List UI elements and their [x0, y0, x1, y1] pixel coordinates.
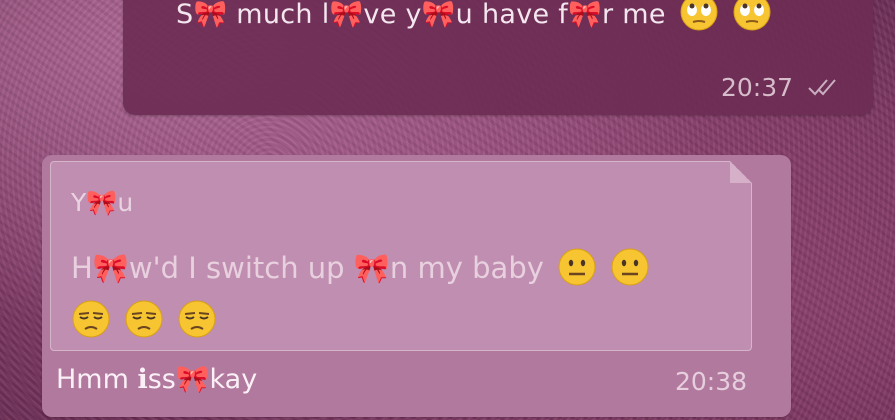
outgoing-message-time: 20:37 [721, 73, 794, 102]
outgoing-message-bubble[interactable]: S🎀 much l🎀ve y🎀u have f🎀r me 20:37 [123, 0, 873, 115]
unamused-face-emoji [178, 300, 216, 338]
outgoing-message-line: S🎀 much l🎀ve y🎀u have f🎀r me [176, 0, 772, 32]
neutral-face-emoji [611, 248, 649, 286]
neutral-face-emoji [558, 248, 596, 286]
incoming-message-bubble[interactable]: Y🎀u H🎀w'd I switch up 🎀n my baby Hmm ℹss… [42, 155, 791, 417]
double-check-icon [808, 79, 836, 96]
quoted-message-text: H🎀w'd I switch up 🎀n my baby [71, 251, 544, 285]
incoming-message-text: Hmm ℹss🎀kay [56, 364, 258, 395]
outgoing-message-meta: 20:37 [721, 73, 843, 102]
incoming-message-time: 20:38 [674, 367, 747, 396]
quoted-message-author: Y🎀u [71, 188, 134, 217]
face-with-rolling-eyes-emoji [680, 0, 718, 31]
outgoing-message-text: S🎀 much l🎀ve y🎀u have f🎀r me [176, 0, 666, 30]
page-fold-decoration [730, 161, 752, 183]
unamused-face-emoji [125, 300, 163, 338]
unamused-face-emoji [72, 300, 110, 338]
quoted-message[interactable]: Y🎀u H🎀w'd I switch up 🎀n my baby [50, 161, 752, 351]
face-with-rolling-eyes-emoji [733, 0, 771, 31]
quoted-message-body: H🎀w'd I switch up 🎀n my baby [71, 242, 711, 346]
